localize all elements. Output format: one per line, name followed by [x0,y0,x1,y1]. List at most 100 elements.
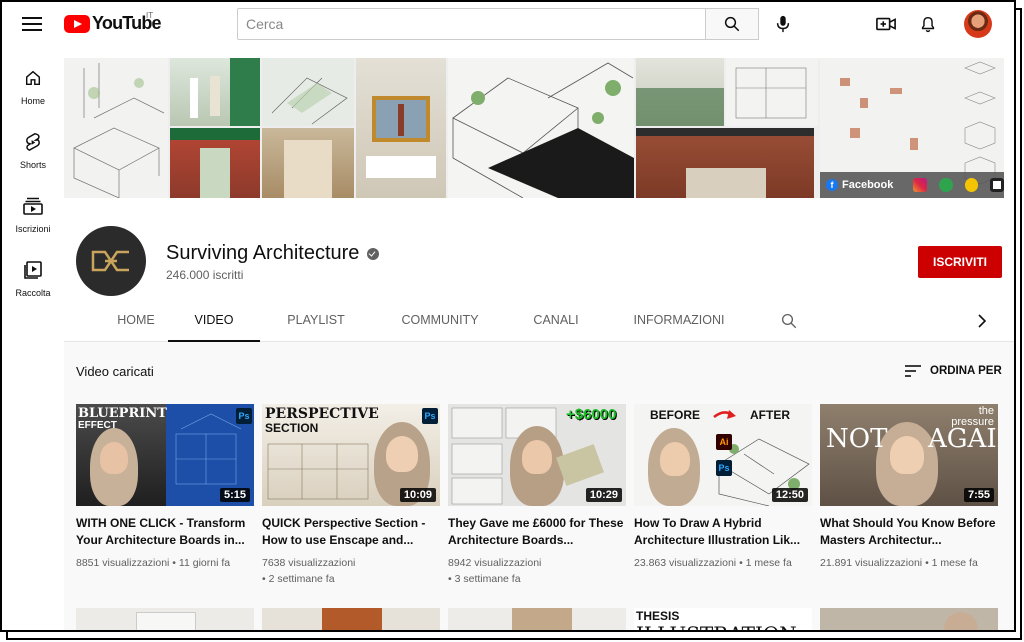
chevron-right-icon[interactable] [974,312,990,330]
sort-icon [905,365,921,377]
banner-photo-tile [356,58,446,198]
instagram-icon[interactable] [913,178,927,192]
video-thumbnail[interactable] [448,608,626,630]
illustrator-icon: Ai [716,434,732,450]
video-thumbnail[interactable]: +$6000 10:29 [448,404,626,506]
photoshop-icon: Ps [716,460,732,476]
video-card[interactable]: +$6000 10:29 They Gave me £6000 for Thes… [448,404,626,587]
video-thumbnail[interactable]: BLUEPRINT EFFECT Ps 5:15 [76,404,254,506]
sidebar-item-label: Home [20,96,45,106]
tab-channels[interactable]: CANALI [524,298,588,342]
shorts-icon [21,130,45,154]
upload-age: 1 mese fa [745,557,792,569]
video-thumbnail[interactable] [76,608,254,630]
sidebar: Home Shorts Iscrizioni Raccolta [2,46,64,630]
search-input[interactable] [237,8,705,40]
search-bar [237,8,759,40]
video-meta: 21.891 visualizzazioni • 1 mese fa [820,557,978,569]
archdaily-icon[interactable] [964,178,979,192]
country-code: IT [146,11,154,20]
thumbnail-caption: ILLUSTRATION [636,622,797,630]
video-title[interactable]: WITH ONE CLICK - Transform Your Architec… [76,515,254,549]
video-card[interactable]: NOT AGAIN the pressure 7:55 What Should … [820,404,998,571]
library-icon [21,258,45,282]
create-video-icon [876,17,896,31]
youtube-play-icon [64,14,90,33]
banner-drawing-tile [64,58,168,198]
arrow-right-icon [713,410,736,419]
menu-icon[interactable] [22,14,42,32]
upload-age: 2 settimane fa [268,573,335,585]
patreon-icon[interactable] [990,178,1005,192]
video-card[interactable]: BLUEPRINT EFFECT Ps 5:15 WITH ONE CLICK … [76,404,254,571]
video-card[interactable]: PERSPECTIVE SECTION Ps 10:09 QUICK Persp… [262,404,440,587]
video-title[interactable]: How To Draw A Hybrid Architecture Illust… [634,515,812,549]
video-thumbnail[interactable]: PERSPECTIVE SECTION Ps 10:09 [262,404,440,506]
banner-photo-tile [170,58,260,126]
view-count: 23.863 visualizzazioni [634,557,737,569]
video-thumbnail[interactable] [262,608,440,630]
youtube-logo[interactable]: YouTube IT [64,11,162,34]
thumbnail-caption: SECTION [265,421,319,435]
tab-about[interactable]: INFORMAZIONI [626,298,732,342]
photoshop-icon: Ps [236,408,252,424]
channel-avatar[interactable] [76,226,146,296]
sidebar-item-subscriptions[interactable]: Iscrizioni [2,174,64,234]
sidebar-item-library[interactable]: Raccolta [2,238,64,298]
video-thumbnail[interactable]: THESIS ILLUSTRATION [634,608,812,630]
banner-photo-tile [262,128,354,198]
video-duration: 7:55 [963,488,994,502]
facebook-label: Facebook [842,179,894,191]
sidebar-item-label: Raccolta [15,288,51,298]
channel-name: Surviving Architecture [166,242,380,265]
channel-name-text: Surviving Architecture [166,242,360,264]
create-video-button[interactable] [874,12,898,36]
video-title[interactable]: What Should You Know Before Masters Arch… [820,515,998,549]
video-card[interactable]: Ai Ps BEFORE AFTER 12:50 How To Draw A H… [634,404,812,571]
thumbnail-caption: BEFORE [650,408,701,422]
channel-tabs: HOME VIDEO PLAYLIST COMMUNITY CANALI INF… [64,298,1014,342]
verified-badge-icon [367,247,380,260]
video-title[interactable]: QUICK Perspective Section - How to use E… [262,515,440,549]
sidebar-item-home[interactable]: Home [2,46,64,106]
thumbnail-caption: BLUEPRINT [78,406,167,421]
search-icon [724,16,740,32]
upload-age: 11 giorni fa [178,557,231,569]
facebook-link[interactable]: f Facebook [826,179,893,191]
account-avatar[interactable] [964,10,992,38]
video-title[interactable]: They Gave me £6000 for These Architectur… [448,515,626,549]
notifications-button[interactable] [916,12,940,36]
video-thumbnail[interactable]: NOT AGAIN the pressure 7:55 [820,404,998,506]
tab-playlist[interactable]: PLAYLIST [276,298,356,342]
tab-community[interactable]: COMMUNITY [390,298,490,342]
thumbnail-caption: +$6000 [566,406,617,423]
channel-search-icon[interactable] [780,312,798,330]
subscribe-button[interactable]: ISCRIVITI [918,246,1002,278]
sidebar-item-label: Iscrizioni [15,224,51,234]
channel-logo-icon [91,250,129,272]
view-count: 7638 visualizzazioni [262,557,356,569]
video-meta: 8942 visualizzazioni • 3 settimane fa [448,555,626,587]
view-count: 8942 visualizzazioni [448,557,542,569]
banner-drawing-tile [262,58,354,126]
sort-label: ORDINA PER [930,365,1002,377]
sort-button[interactable]: ORDINA PER [904,364,1002,378]
videos-section: Video caricati ORDINA PER BLUEPRINT EFFE… [64,342,1014,630]
banner-photo-tile [636,128,814,198]
voice-search-button[interactable] [767,8,799,40]
video-duration: 5:15 [219,488,250,502]
sidebar-item-shorts[interactable]: Shorts [2,110,64,170]
tab-home[interactable]: HOME [94,298,178,342]
thumbnail-caption: AFTER [750,408,790,422]
tab-video[interactable]: VIDEO [168,298,260,342]
video-thumbnail[interactable]: Ai Ps BEFORE AFTER 12:50 [634,404,812,506]
video-thumbnail[interactable] [820,608,998,630]
subscriptions-icon [21,194,45,218]
search-button[interactable] [705,8,759,40]
banner-drawing-tile [448,58,634,198]
houzz-icon[interactable] [938,178,953,192]
microphone-icon [776,15,790,33]
thumbnail-caption: the pressure [951,405,994,428]
upload-age: 3 settimane fa [454,573,521,585]
banner-drawing-tile [726,58,818,126]
